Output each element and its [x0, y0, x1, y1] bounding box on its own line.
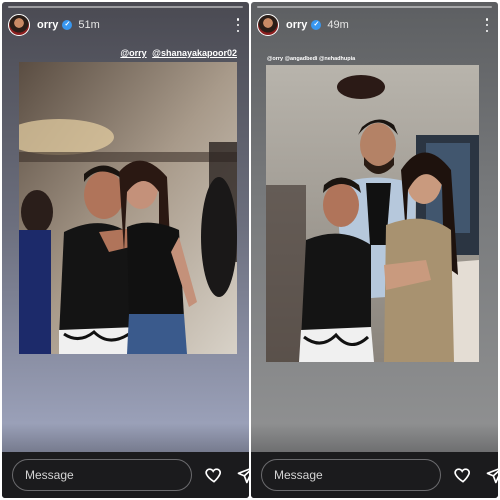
avatar[interactable] — [8, 14, 30, 36]
story-username[interactable]: orry — [286, 19, 307, 31]
mention-link[interactable]: @shanayakapoor02 — [152, 48, 237, 58]
heart-icon[interactable] — [453, 464, 473, 486]
story-progress-bar — [8, 6, 243, 8]
story-footer — [2, 452, 249, 498]
story-username[interactable]: orry — [37, 19, 58, 31]
story-header: orry ✓ 51m — [8, 12, 243, 38]
verified-badge-icon: ✓ — [62, 20, 73, 30]
heart-icon[interactable] — [204, 464, 224, 486]
story-mentions: @orry @shanayakapoor02 — [117, 48, 237, 58]
story-photo — [266, 65, 479, 362]
story-timestamp: 51m — [78, 19, 100, 31]
more-options-icon[interactable] — [482, 18, 492, 32]
mention-link[interactable]: @orry — [120, 48, 146, 58]
story-panel-right[interactable]: orry ✓ 49m @orry @angadbedi @nehadhupia — [251, 2, 498, 498]
avatar[interactable] — [257, 14, 279, 36]
more-options-icon[interactable] — [233, 18, 243, 32]
send-icon[interactable] — [485, 464, 498, 486]
message-input[interactable] — [261, 459, 441, 491]
send-icon[interactable] — [236, 464, 249, 486]
verified-badge-icon: ✓ — [311, 20, 322, 30]
story-progress-bar — [257, 6, 492, 8]
story-footer — [251, 452, 498, 498]
story-photo — [19, 62, 237, 354]
story-mentions[interactable]: @orry @angadbedi @nehadhupia — [267, 56, 355, 62]
story-panel-left[interactable]: orry ✓ 51m @orry @shanayakapoor02 — [2, 2, 249, 498]
story-header: orry ✓ 49m — [257, 12, 492, 38]
message-input[interactable] — [12, 459, 192, 491]
story-timestamp: 49m — [327, 19, 349, 31]
